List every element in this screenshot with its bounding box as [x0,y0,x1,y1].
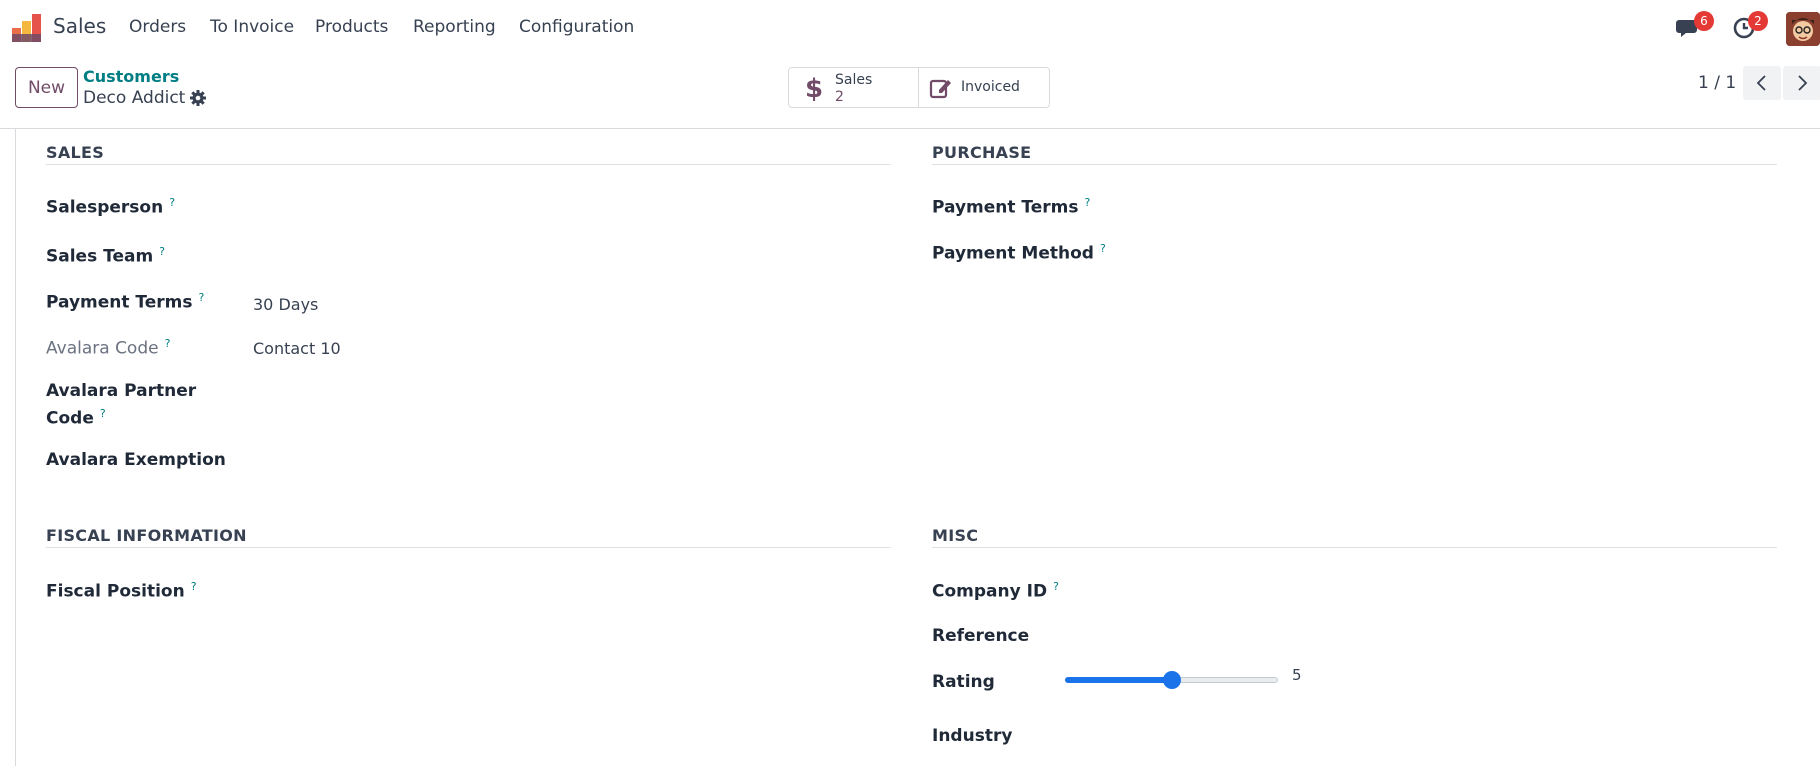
fiscal-position-label: Fiscal Position? [46,580,197,602]
rating-slider-fill [1065,677,1172,683]
section-purchase-divider [932,164,1777,165]
form-sheet [15,129,1820,766]
help-icon[interactable]: ? [191,580,197,593]
menu-orders[interactable]: Orders [129,17,186,37]
avalara-partner-code-label-text: Code [46,408,94,429]
gear-icon[interactable] [189,89,207,107]
avalara-code-field[interactable]: Contact 10 [253,339,341,358]
menu-reporting[interactable]: Reporting [413,17,496,37]
stat-invoiced-label: Invoiced [961,79,1020,95]
app-name[interactable]: Sales [53,14,106,38]
section-fiscal-divider [46,547,891,548]
stat-sales-value: 2 [835,89,844,105]
menu-to-invoice[interactable]: To Invoice [210,17,294,37]
sales-team-label-text: Sales Team [46,246,154,267]
stat-sales-label: Sales [835,72,873,88]
help-icon[interactable]: ? [1100,242,1106,255]
chevron-right-icon [1798,75,1808,91]
section-sales-title: SALES [46,143,105,162]
salesperson-label: Salesperson? [46,196,175,218]
salesperson-label-text: Salesperson [46,197,164,218]
help-icon[interactable]: ? [169,196,175,209]
reference-label: Reference [932,626,1030,646]
avalara-exemption-label: Avalara Exemption [46,450,226,470]
purchase-payment-terms-label: Payment Terms? [932,196,1090,218]
industry-label: Industry [932,726,1013,746]
user-avatar[interactable] [1786,12,1820,46]
pager-next-button[interactable] [1783,66,1820,100]
breadcrumb-customers[interactable]: Customers [83,67,179,86]
avalara-code-label-text: Avalara Code [46,338,159,359]
chevron-left-icon [1756,75,1766,91]
new-button[interactable]: New [15,67,78,108]
section-purchase-title: PURCHASE [932,143,1032,162]
messages-badge: 6 [1694,11,1714,31]
rating-label: Rating [932,672,995,692]
dollar-icon: $ [805,74,822,102]
breadcrumb-current: Deco Addict [83,88,186,108]
help-icon[interactable]: ? [199,291,205,304]
help-icon[interactable]: ? [159,245,165,258]
menu-configuration[interactable]: Configuration [519,17,634,37]
invoiced-stat-button[interactable]: Invoiced [918,67,1050,108]
pager-previous-button[interactable] [1743,66,1781,100]
activities-badge: 2 [1748,11,1768,31]
sales-app-logo-icon[interactable] [12,14,42,42]
avalara-partner-code-label-line2: Code? [46,407,106,429]
payment-terms-field[interactable]: 30 Days [253,295,318,314]
sales-team-label: Sales Team? [46,245,165,267]
payment-terms-label-text: Payment Terms [46,292,193,313]
help-icon[interactable]: ? [100,407,106,420]
fiscal-position-label-text: Fiscal Position [46,581,185,602]
pager-counter[interactable]: 1 / 1 [1698,73,1736,93]
help-icon[interactable]: ? [165,337,171,350]
control-panel: New Customers Deco Addict $ Sales 2 Invo… [0,56,1820,129]
section-misc-divider [932,547,1777,548]
rating-value: 5 [1292,666,1302,684]
help-icon[interactable]: ? [1085,196,1091,209]
help-icon[interactable]: ? [1053,580,1059,593]
avatar-icon [1786,12,1820,46]
section-fiscal-title: FISCAL INFORMATION [46,526,247,545]
section-misc-title: MISC [932,526,979,545]
avalara-partner-code-label-line1: Avalara Partner [46,381,197,401]
rating-slider-thumb[interactable] [1162,671,1181,689]
svg-text:$: $ [805,74,822,102]
company-id-label-text: Company ID [932,581,1048,602]
edit-icon [929,79,951,99]
company-id-label: Company ID? [932,580,1059,602]
top-navbar: Sales Orders To Invoice Products Reporti… [0,0,1820,56]
payment-terms-label: Payment Terms? [46,291,204,313]
sales-stat-button[interactable]: $ Sales 2 [788,67,919,108]
payment-method-label-text: Payment Method [932,243,1094,264]
purchase-payment-terms-label-text: Payment Terms [932,197,1079,218]
payment-method-label: Payment Method? [932,242,1106,264]
menu-products[interactable]: Products [315,17,388,37]
avalara-code-label: Avalara Code? [46,337,170,359]
section-sales-divider [46,164,891,165]
